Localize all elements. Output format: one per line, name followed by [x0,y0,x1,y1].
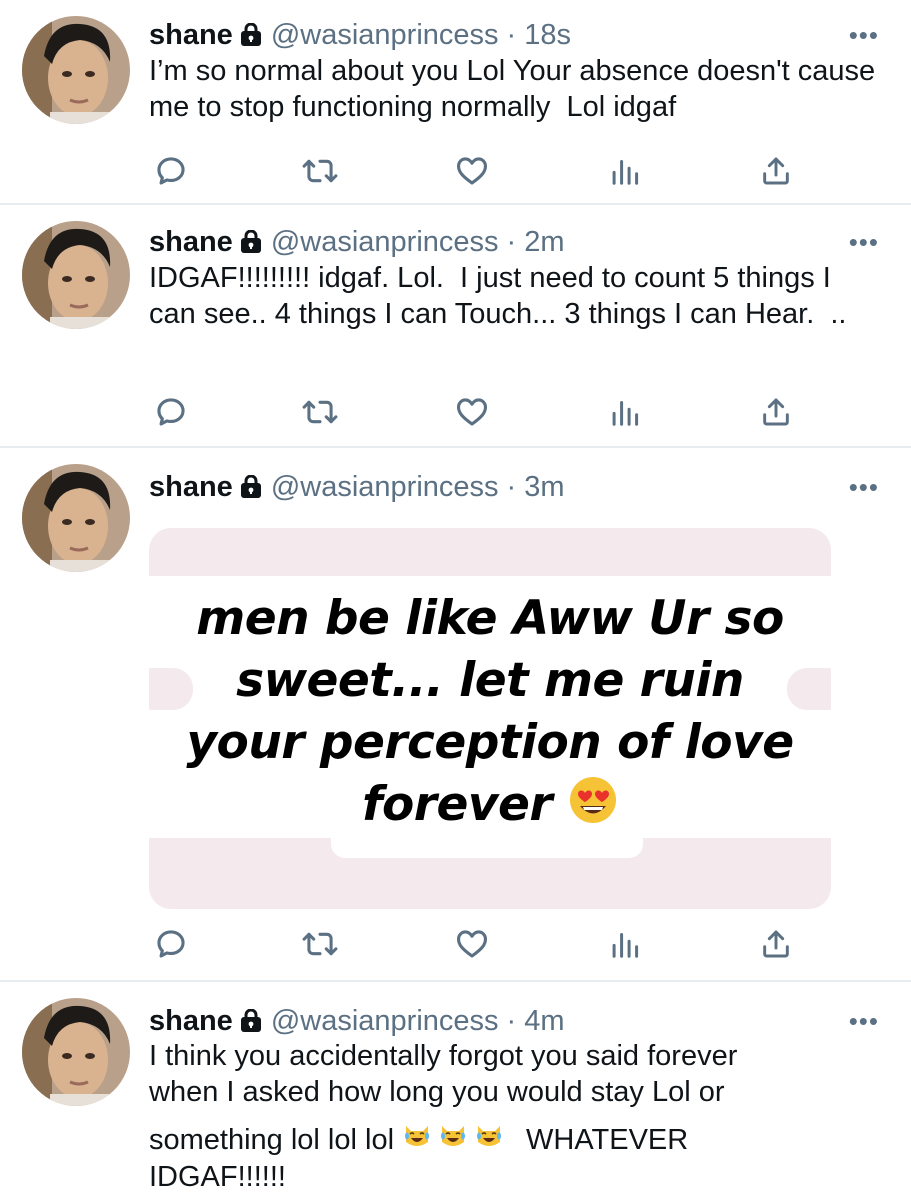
media-caption-line: sweet... let me ruin [236,653,744,708]
separator: · [506,19,517,51]
tweet[interactable]: shane @wasianprincess · 4m ••• I think y… [0,982,911,1200]
tweet[interactable]: shane @wasianprincess · 18s ••• I’m so n… [0,0,911,204]
analytics-icon[interactable] [605,392,645,432]
tweet-header: shane @wasianprincess · 4m [149,1003,565,1039]
like-icon[interactable] [452,392,492,432]
avatar[interactable] [22,464,130,572]
avatar[interactable] [22,998,130,1106]
reply-icon[interactable] [151,924,191,964]
tweet-text: I think you accidentally forgot you said… [149,1038,889,1195]
tweet-text-line: something lol lol lol WHATEVER [149,1120,889,1159]
handle[interactable]: @wasianprincess [271,224,499,260]
action-bar [0,924,911,964]
retweet-icon[interactable] [300,151,340,191]
separator: · [506,471,517,503]
media-caption-line: men be like Aww Ur so [196,591,784,646]
retweet-icon[interactable] [300,924,340,964]
reply-icon[interactable] [151,392,191,432]
lock-icon [239,1009,263,1033]
media-caption: men be like Aww Ur so sweet... let me ru… [149,588,831,841]
avatar[interactable] [22,16,130,124]
action-bar [0,392,911,432]
handle[interactable]: @wasianprincess [271,469,499,505]
avatar[interactable] [22,221,130,329]
like-icon[interactable] [452,151,492,191]
tweet-text-fragment: WHATEVER [526,1123,689,1156]
more-icon[interactable]: ••• [849,227,879,258]
analytics-icon[interactable] [605,924,645,964]
more-icon[interactable]: ••• [849,472,879,503]
tweet-text: IDGAF!!!!!!!!! idgaf. Lol. I just need t… [149,262,847,330]
action-bar [0,151,911,191]
more-icon[interactable]: ••• [849,20,879,51]
display-name[interactable]: shane [149,1003,233,1039]
separator: · [506,226,517,258]
like-icon[interactable] [452,924,492,964]
display-name[interactable]: shane [149,17,233,53]
timestamp[interactable]: 4m [524,1003,564,1039]
tears-of-joy-cat-emoji [402,1120,432,1159]
more-icon[interactable]: ••• [849,1006,879,1037]
lock-icon [239,475,263,499]
retweet-icon[interactable] [300,392,340,432]
handle[interactable]: @wasianprincess [271,1003,499,1039]
tweet-media-image[interactable]: men be like Aww Ur so sweet... let me ru… [149,528,831,909]
tweet[interactable]: shane @wasianprincess · 2m ••• IDGAF!!!!… [0,205,911,447]
separator: · [506,1005,517,1037]
timestamp[interactable]: 2m [524,224,564,260]
tweet-header: shane @wasianprincess · 2m [149,224,565,260]
tweet-text-line: when I asked how long you would stay Lol… [149,1076,725,1108]
tweet-text-line: I think you accidentally forgot you said… [149,1040,738,1072]
tweet-text: I’m so normal about you Lol Your absence… [149,55,884,123]
heart-eyes-emoji [568,775,618,841]
media-caption-word: forever [362,777,553,832]
share-icon[interactable] [756,392,796,432]
tears-of-joy-cat-emoji [438,1120,468,1159]
timestamp[interactable]: 3m [524,469,564,505]
tweet-text-line: IDGAF!!!!!! [149,1161,286,1193]
display-name[interactable]: shane [149,469,233,505]
reply-icon[interactable] [151,151,191,191]
tweet-header: shane @wasianprincess · 18s [149,17,571,53]
handle[interactable]: @wasianprincess [271,17,499,53]
media-caption-line-last: forever [149,774,831,841]
media-caption-line: your perception of love [186,715,794,770]
lock-icon [239,23,263,47]
tweet-header: shane @wasianprincess · 3m [149,469,565,505]
display-name[interactable]: shane [149,224,233,260]
share-icon[interactable] [756,151,796,191]
lock-icon [239,230,263,254]
share-icon[interactable] [756,924,796,964]
timestamp[interactable]: 18s [524,17,571,53]
tweet-text-fragment: something lol lol lol [149,1123,395,1156]
tears-of-joy-cat-emoji [474,1120,504,1159]
analytics-icon[interactable] [605,151,645,191]
